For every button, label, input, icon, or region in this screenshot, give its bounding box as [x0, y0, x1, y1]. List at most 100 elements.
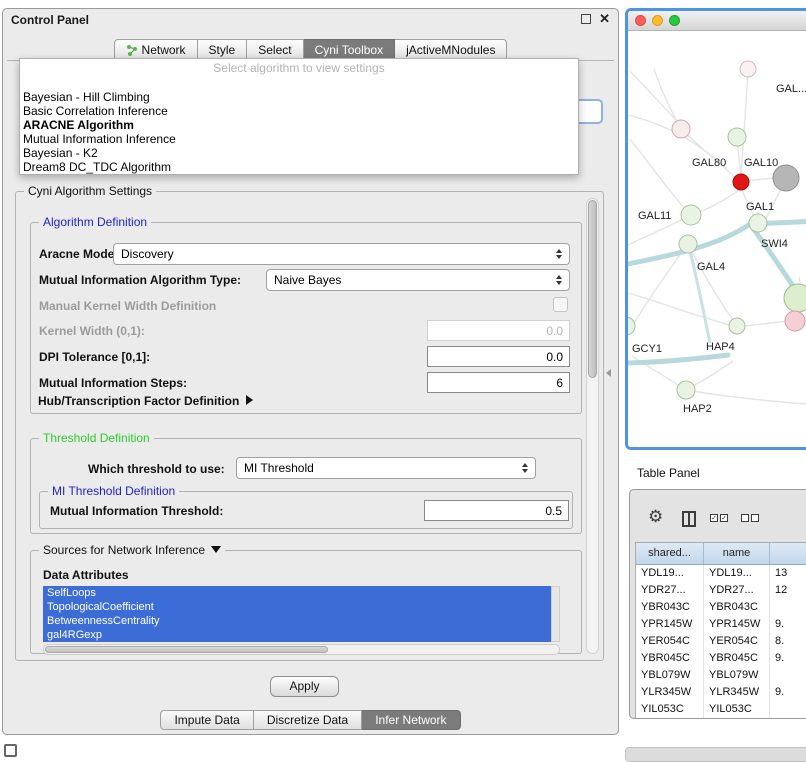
mi-type-combobox[interactable]: Naive Bayes [266, 269, 570, 291]
table-settings-gear-icon[interactable]: ⚙ [648, 508, 663, 525]
select-all-checkboxes-icon[interactable]: ✓✓ [710, 514, 728, 522]
node-label-swi4: SWI4 [761, 238, 788, 250]
mi-threshold-field[interactable]: 0.5 [424, 500, 569, 521]
tab-cyni-toolbox-label: Cyni Toolbox [315, 43, 383, 57]
threshold-definition-group: Threshold Definition Which threshold to … [30, 438, 582, 534]
attributes-hscrollbar[interactable] [43, 644, 560, 655]
tab-impute-data[interactable]: Impute Data [160, 710, 253, 730]
algorithm-option-selected[interactable]: ARACNE Algorithm [20, 118, 578, 132]
network-node[interactable] [749, 214, 767, 232]
cell: YLR345W [636, 684, 704, 701]
algorithm-option[interactable]: Basic Correlation Inference [20, 104, 578, 118]
scrollbar-thumb[interactable] [588, 200, 597, 378]
close-icon[interactable]: ✕ [599, 12, 610, 25]
algorithm-option[interactable]: Dream8 DC_TDC Algorithm [20, 160, 578, 174]
settings-scrollbar[interactable] [586, 198, 599, 654]
table-row[interactable]: YBL079W YBL079W [636, 667, 806, 684]
algorithm-definition-group: Algorithm Definition Aracne Mode: Discov… [30, 222, 582, 414]
network-node-red-gal10[interactable] [733, 174, 749, 190]
node-label-gal4: GAL4 [697, 261, 725, 273]
column-header-shared[interactable]: shared... [636, 543, 704, 564]
minimize-traffic-light[interactable] [652, 15, 663, 26]
apply-button[interactable]: Apply [270, 676, 339, 697]
expanded-arrow-icon [211, 546, 221, 553]
stepper-icon [556, 275, 562, 285]
attribute-item-selected[interactable]: BetweennessCentrality [43, 614, 551, 628]
table-row[interactable]: YDR27... YDR27... 12 [636, 582, 806, 599]
table-row[interactable]: YBR043C YBR043C [636, 599, 806, 616]
attributes-list-scrollbar[interactable] [551, 586, 560, 642]
network-node[interactable] [677, 381, 695, 399]
cell: YPR145W [704, 616, 770, 633]
node-label-gal11: GAL11 [638, 210, 671, 222]
mi-type-label: Mutual Information Algorithm Type: [39, 273, 241, 287]
tab-discretize-data[interactable]: Discretize Data [254, 710, 362, 730]
tab-infer-network[interactable]: Infer Network [362, 710, 460, 730]
manual-kernel-checkbox[interactable] [553, 297, 568, 312]
cell: YBR043C [636, 599, 704, 616]
close-traffic-light[interactable] [635, 15, 646, 26]
float-window-icon[interactable] [581, 14, 591, 24]
cell: YBR045C [704, 650, 770, 667]
algorithm-option[interactable]: Bayesian - Hill Climbing [20, 90, 578, 104]
cell: 12 [770, 582, 806, 599]
network-node-pink[interactable] [785, 311, 805, 331]
kernel-width-label: Kernel Width (0,1): [39, 324, 145, 338]
tab-style-label: Style [209, 43, 236, 57]
network-node[interactable] [729, 318, 745, 334]
cell [770, 667, 806, 684]
network-node[interactable] [679, 235, 697, 253]
column-header-cropped[interactable] [770, 543, 806, 564]
aracne-mode-combobox[interactable]: Discovery [113, 243, 570, 265]
manual-kernel-label: Manual Kernel Width Definition [39, 299, 216, 313]
kernel-width-field[interactable]: 0.0 [427, 320, 570, 341]
cell: YBR045C [636, 650, 704, 667]
dpi-tolerance-field[interactable]: 0.0 [427, 346, 570, 367]
attribute-item-selected[interactable]: TopologicalCoefficient [43, 600, 551, 614]
table-row[interactable]: YLR345W YLR345W 9. [636, 684, 806, 701]
node-label-gal10: GAL10 [744, 157, 778, 169]
hscrollbar-thumb[interactable] [45, 646, 328, 653]
table-panel-window: ⚙ ✓✓ shared... name YDL19... YDL19... 13… [629, 489, 806, 719]
table-row[interactable]: YER054C YER054C 8. [636, 633, 806, 650]
cell: YDR27... [636, 582, 704, 599]
stepper-icon [522, 463, 528, 473]
table-row[interactable]: YDL19... YDL19... 13 [636, 565, 806, 582]
node-table: shared... name YDL19... YDL19... 13 YDR2… [635, 542, 806, 719]
which-threshold-combobox[interactable]: MI Threshold [236, 457, 536, 479]
threshold-definition-title: Threshold Definition [39, 431, 154, 445]
attribute-item-selected[interactable]: SelfLoops [43, 586, 551, 600]
network-window-titlebar [628, 11, 806, 31]
algorithm-option[interactable]: Mutual Information Inference [20, 132, 578, 146]
zoom-traffic-light[interactable] [669, 15, 680, 26]
node-label-gcy1: GCY1 [632, 343, 662, 355]
floating-panel-icon[interactable] [4, 744, 17, 757]
network-canvas[interactable]: GAL... GAL80 GAL10 GAL11 GAL1 SWI4 GAL4 … [628, 31, 806, 447]
network-node[interactable] [784, 284, 806, 312]
table-row[interactable]: YPR145W YPR145W 9. [636, 616, 806, 633]
node-label: GAL... [776, 83, 806, 95]
hub-section-toggle[interactable]: Hub/Transcription Factor Definition [38, 394, 253, 408]
cell: YDL19... [636, 565, 704, 582]
network-node[interactable] [728, 128, 746, 146]
network-node[interactable] [681, 205, 701, 225]
deselect-all-checkboxes-icon[interactable] [741, 514, 759, 522]
panel-splitter-arrow[interactable] [606, 369, 611, 377]
collapsed-panel-bar[interactable] [625, 747, 806, 762]
tab-jactivemnodules-label: jActiveMNodules [406, 43, 495, 57]
table-row[interactable]: YBR045C YBR045C 9. [636, 650, 806, 667]
table-row[interactable]: YIL053C YIL053C [636, 701, 806, 718]
algorithm-option[interactable]: Bayesian - K2 [20, 146, 578, 160]
aracne-mode-label: Aracne Mode: [39, 247, 118, 261]
mi-steps-field[interactable]: 6 [427, 372, 570, 393]
network-node[interactable] [672, 120, 690, 138]
cell [770, 701, 806, 718]
sources-group-toggle[interactable]: Sources for Network Inference [39, 543, 225, 557]
network-node[interactable] [740, 61, 756, 77]
select-columns-icon[interactable] [682, 511, 696, 527]
attribute-item-selected[interactable]: gal4RGexp [43, 628, 551, 642]
bottom-tabs: Impute Data Discretize Data Infer Networ… [3, 710, 618, 730]
network-node[interactable] [628, 317, 635, 335]
column-header-name[interactable]: name [704, 543, 770, 564]
mi-threshold-label: Mutual Information Threshold: [50, 504, 223, 518]
